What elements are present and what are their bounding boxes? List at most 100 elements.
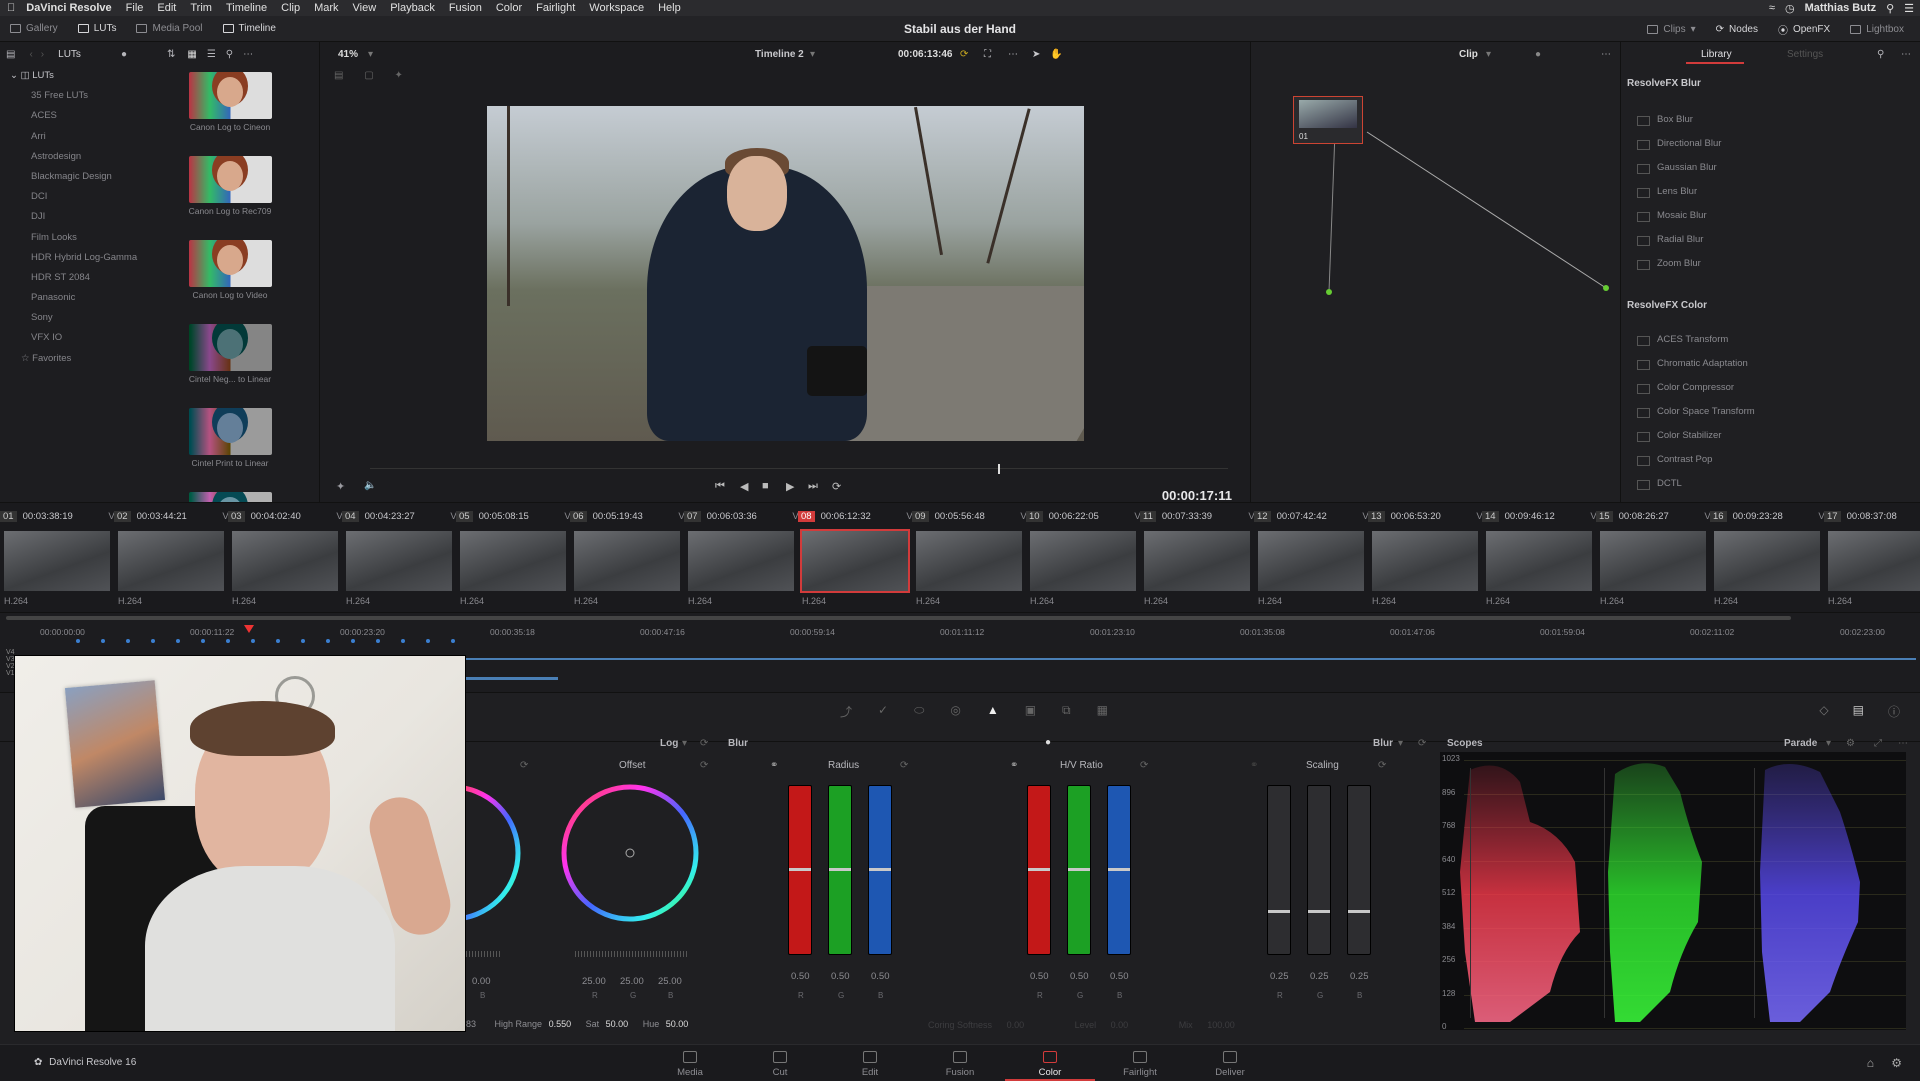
- page-fusion[interactable]: Fusion: [915, 1045, 1005, 1081]
- offset-master-wheel[interactable]: [575, 951, 687, 957]
- menu-playback[interactable]: Playback: [383, 2, 442, 14]
- slider-handle[interactable]: [869, 868, 891, 871]
- clip-image[interactable]: [574, 531, 680, 591]
- scrubber-playhead[interactable]: [998, 464, 1000, 474]
- zoom-dropdown-icon[interactable]: ▾: [368, 49, 373, 60]
- key-icon[interactable]: ▣: [1025, 703, 1036, 720]
- clip-image[interactable]: [1600, 531, 1706, 591]
- grid-view-icon[interactable]: ▦: [187, 49, 196, 60]
- fx-item[interactable]: Zoom Blur: [1637, 258, 1701, 270]
- zoom-level[interactable]: 41%: [338, 49, 358, 60]
- menu-edit[interactable]: Edit: [150, 2, 183, 14]
- timeline-marker[interactable]: [326, 639, 330, 643]
- viewer-options-icon[interactable]: ⋯: [1008, 49, 1018, 60]
- fx-item[interactable]: Directional Blur: [1636, 138, 1721, 150]
- radius-b-slider[interactable]: [868, 785, 892, 955]
- menu-mark[interactable]: Mark: [307, 2, 345, 14]
- fx-item[interactable]: Box Blur: [1637, 114, 1693, 126]
- slider-handle[interactable]: [1028, 868, 1050, 871]
- timeline-marker[interactable]: [176, 639, 180, 643]
- slider-handle[interactable]: [1348, 910, 1370, 913]
- offset-wheel[interactable]: [560, 783, 700, 923]
- clip-image[interactable]: [916, 531, 1022, 591]
- tree-item[interactable]: Blackmagic Design: [0, 167, 150, 187]
- fx-item[interactable]: Lens Blur: [1636, 186, 1697, 198]
- clip-thumbnail[interactable]: 1500:08:26:27V1H.264: [1596, 503, 1716, 613]
- menu-clip[interactable]: Clip: [274, 2, 307, 14]
- clip-image[interactable]: [1144, 531, 1250, 591]
- menu-timeline[interactable]: Timeline: [219, 2, 274, 14]
- clip-thumbnail[interactable]: 1000:06:22:05V1H.264: [1026, 503, 1146, 613]
- ratio-b-value[interactable]: 0.50: [1110, 971, 1129, 982]
- tab-settings[interactable]: Settings: [1787, 49, 1823, 60]
- fx-item[interactable]: Contrast Pop: [1636, 454, 1712, 466]
- blur-reset-icon[interactable]: ⟳: [1418, 738, 1426, 749]
- skip-start-icon[interactable]: ⏮: [715, 480, 725, 493]
- ratio-b-slider[interactable]: [1107, 785, 1131, 955]
- timeline-marker[interactable]: [301, 639, 305, 643]
- wifi-icon[interactable]: ≈: [1769, 2, 1775, 14]
- clip-thumbnail[interactable]: 0700:06:03:36V1H.264: [684, 503, 804, 613]
- skip-end-icon[interactable]: ⏭: [808, 480, 818, 493]
- menu-view[interactable]: View: [346, 2, 384, 14]
- fx-item[interactable]: Chromatic Adaptation: [1637, 358, 1748, 370]
- lut-thumb[interactable]: Canon Log to Cineon: [150, 72, 310, 150]
- scopes-mode-dropdown-icon[interactable]: ▾: [1826, 738, 1831, 749]
- menu-color[interactable]: Color: [489, 2, 529, 14]
- gallery-grab-icon[interactable]: ▢: [364, 70, 373, 81]
- clip-thumbnail[interactable]: 0200:03:44:21V1H.264: [114, 503, 234, 613]
- page-cut[interactable]: Cut: [735, 1045, 825, 1081]
- clip-image[interactable]: [1714, 531, 1820, 591]
- mix-value[interactable]: 100.00: [1207, 1020, 1235, 1030]
- scaling-g-value[interactable]: 0.25: [1310, 971, 1329, 982]
- clip-thumbnail[interactable]: 0400:04:23:27V1H.264: [342, 503, 462, 613]
- offset-r[interactable]: 25.00: [582, 976, 606, 987]
- clip-thumbnail[interactable]: 1600:09:23:28V1H.264: [1710, 503, 1830, 613]
- sat-value[interactable]: 50.00: [606, 1019, 629, 1029]
- highlight-icon[interactable]: ✦: [394, 70, 402, 81]
- tracker-icon[interactable]: ◎: [950, 703, 960, 720]
- timeline-marker[interactable]: [276, 639, 280, 643]
- clock-icon[interactable]: ◷: [1785, 2, 1795, 15]
- tree-item[interactable]: Arri: [0, 127, 150, 147]
- openfx-button[interactable]: ⦿ OpenFX: [1768, 16, 1840, 42]
- nodes-button[interactable]: ⟳ Nodes: [1706, 16, 1768, 42]
- playhead-marker[interactable]: [244, 625, 254, 633]
- timeline-marker[interactable]: [251, 639, 255, 643]
- media-pool-button[interactable]: Media Pool: [126, 16, 212, 42]
- blur-mode[interactable]: Blur: [1373, 738, 1393, 749]
- forward-icon[interactable]: ›: [41, 49, 44, 60]
- tree-item[interactable]: VFX IO: [0, 328, 150, 348]
- tree-item[interactable]: Panasonic: [0, 288, 150, 308]
- clip-thumbnail[interactable]: 0600:05:19:43V1H.264: [570, 503, 690, 613]
- lift-reset-icon[interactable]: ⟳: [520, 760, 528, 771]
- wand-icon[interactable]: ✦: [336, 480, 345, 493]
- tree-item[interactable]: Film Looks: [0, 228, 150, 248]
- clip-thumbnail[interactable]: 0500:05:08:15V1H.264: [456, 503, 576, 613]
- timeline-dropdown-icon[interactable]: ▾: [810, 49, 815, 60]
- wheels-mode[interactable]: Log: [660, 738, 678, 749]
- sort-icon[interactable]: ⇅: [167, 49, 175, 60]
- level-value[interactable]: 0.00: [1111, 1020, 1129, 1030]
- radius-g-value[interactable]: 0.50: [831, 971, 850, 982]
- coring-value[interactable]: 0.00: [1007, 1020, 1025, 1030]
- radius-b-value[interactable]: 0.50: [871, 971, 890, 982]
- slider-handle[interactable]: [1068, 868, 1090, 871]
- scaling-r-slider[interactable]: [1267, 785, 1291, 955]
- offset-reset-icon[interactable]: ⟳: [700, 760, 708, 771]
- clip-image[interactable]: [1258, 531, 1364, 591]
- track-clip-bar[interactable]: [466, 677, 558, 680]
- scopes-expand-icon[interactable]: ⤢: [1874, 738, 1882, 749]
- scopes-options-icon[interactable]: ⋯: [1898, 738, 1908, 749]
- library-options-icon[interactable]: ⋯: [1901, 49, 1911, 60]
- menu-trim[interactable]: Trim: [183, 2, 219, 14]
- slider-handle[interactable]: [1268, 910, 1290, 913]
- fx-item[interactable]: Radial Blur: [1636, 234, 1703, 246]
- clip-image[interactable]: [232, 531, 338, 591]
- fx-item[interactable]: Color Space Transform: [1637, 406, 1755, 418]
- timeline-marker[interactable]: [151, 639, 155, 643]
- lift-wheel-partial[interactable]: [466, 783, 526, 923]
- tree-root[interactable]: ⌄ ◫ LUTs: [0, 66, 150, 86]
- loop-playback-icon[interactable]: ⟳: [832, 480, 841, 493]
- lut-thumb[interactable]: Cintel Neg... to Linear: [150, 324, 310, 402]
